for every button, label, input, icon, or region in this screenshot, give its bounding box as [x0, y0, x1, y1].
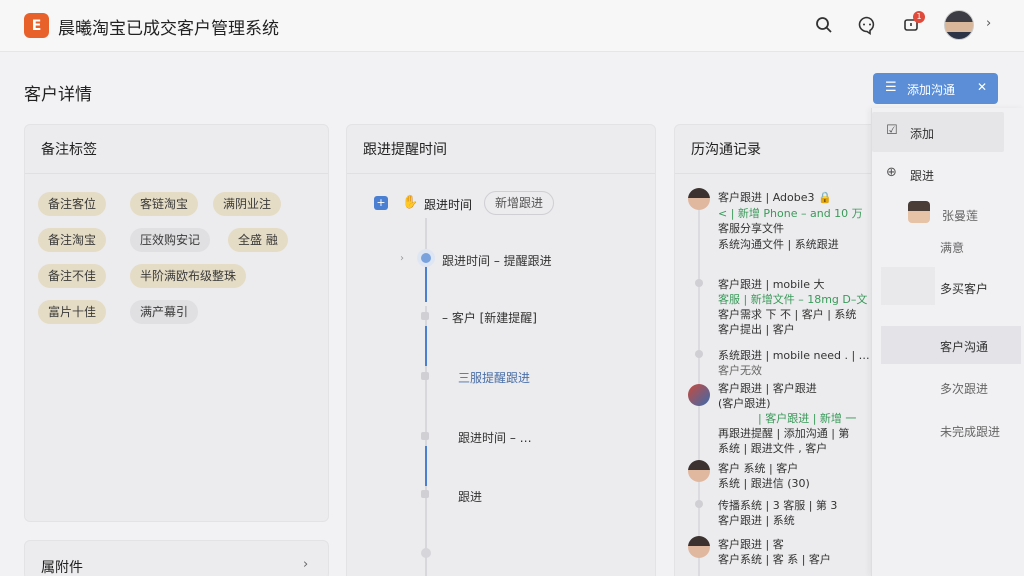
timeline-item[interactable]: 跟进: [458, 488, 482, 505]
menu-item-followup[interactable]: ⊕ 跟进: [872, 154, 1004, 194]
followup-label: 跟进时间: [424, 198, 473, 212]
app-logo: E: [24, 13, 49, 38]
history-avatar: [688, 188, 710, 210]
history-line: 再跟进提醒 | 添加沟通 | 第: [718, 427, 850, 440]
note-tag[interactable]: 客链淘宝: [130, 192, 199, 216]
history-avatar: [688, 536, 710, 558]
timeline-node: [421, 432, 429, 440]
menu-option[interactable]: 多次跟进: [940, 380, 988, 397]
attachments-card-title: 属附件: [41, 560, 83, 576]
history-line: 传播系统 | 3 客服 | 第 3: [718, 499, 838, 512]
history-line: 客户跟进 | 客户跟进: [718, 382, 817, 395]
history-line: 客户系统 | 客 系 | 客户: [718, 553, 831, 566]
history-dot: [695, 279, 703, 287]
add-communication-button[interactable]: ☰ 添加沟通 ✕: [873, 73, 998, 104]
history-line: 系统 | 跟进信 (30): [718, 477, 810, 490]
followup-card-title: 跟进提醒时间: [363, 142, 447, 158]
timeline-node: [421, 312, 429, 320]
menu-option[interactable]: 多买客户: [940, 280, 988, 297]
history-line: 客户提出 | 客户: [718, 323, 795, 336]
history-avatar: [688, 384, 710, 406]
timeline-line: [425, 446, 427, 486]
history-card-title: 历沟通记录: [691, 142, 761, 158]
app-title: 晨曦淘宝已成交客户管理系统: [58, 19, 279, 39]
notes-card-title: 备注标签: [41, 142, 97, 158]
contact-name[interactable]: 张曼莲: [942, 207, 978, 224]
timeline-line: [425, 262, 427, 302]
history-line: 客户跟进 | 系统: [718, 514, 795, 527]
menu-option[interactable]: 未完成跟进: [940, 423, 1000, 440]
history-line: 系统跟进 | mobile need . | …: [718, 349, 870, 362]
app-header: E 晨曦淘宝已成交客户管理系统 1 ›: [0, 0, 1024, 52]
user-avatar[interactable]: [944, 10, 974, 40]
notification-badge: 1: [913, 11, 925, 23]
note-tag[interactable]: 全盛 融: [228, 228, 288, 252]
note-tag[interactable]: 满阴业注: [213, 192, 282, 216]
timeline-node: [421, 372, 429, 380]
note-tag[interactable]: 满产幕引: [130, 300, 199, 324]
timeline-item[interactable]: 跟进时间 – …: [458, 429, 532, 446]
divider: [25, 173, 328, 174]
timeline-line: [425, 326, 427, 366]
menu-item-add[interactable]: ☑ 添加: [872, 112, 1004, 152]
history-line: 客服分享文件: [718, 222, 784, 235]
hand-icon: ✋: [402, 195, 419, 210]
divider: [347, 173, 655, 174]
history-line: (客户跟进): [718, 397, 771, 410]
chevron-right-icon: ›: [400, 253, 404, 264]
attachments-card[interactable]: 属附件 ›: [24, 540, 329, 576]
contact-avatar: [908, 201, 930, 223]
history-line: 系统 | 跟进文件 , 客户: [718, 442, 828, 455]
history-line: 客户无效: [718, 364, 762, 377]
history-line: 客服 | 新增文件 – 18mg D–文: [718, 293, 868, 306]
timeline-line: [425, 486, 427, 576]
timeline-node: [421, 490, 429, 498]
chevron-right-icon: ›: [303, 557, 309, 572]
timeline-dot: [421, 548, 431, 558]
menu-icon: ☰: [885, 80, 897, 95]
page-title: 客户详情: [24, 85, 92, 105]
clock-search-icon: ⊕: [886, 165, 897, 180]
history-line: 客户需求 下 不 | 客户 | 系统: [718, 308, 857, 321]
chat-icon[interactable]: [856, 14, 878, 36]
history-line: | 客户跟进 | 新增 一: [758, 412, 857, 425]
timeline-dot-active: [421, 253, 431, 263]
history-line: 客户跟进 | 客: [718, 538, 784, 551]
history-dot: [695, 350, 703, 358]
note-tag[interactable]: 压效购安记: [130, 228, 211, 252]
history-avatar: [688, 460, 710, 482]
menu-placeholder: [881, 267, 935, 305]
checkbox-icon[interactable]: +: [374, 196, 388, 210]
menu-option[interactable]: 客户沟通: [940, 338, 988, 355]
menu-item-label: 添加: [910, 127, 935, 141]
note-tag[interactable]: 备注客位: [38, 192, 107, 216]
history-line: 客户跟进 | Adobe3 🔒: [718, 191, 832, 204]
note-tag[interactable]: 富片十佳: [38, 300, 107, 324]
timeline-item[interactable]: – 客户 [新建提醒]: [442, 309, 537, 326]
add-communication-label: 添加沟通: [907, 83, 956, 97]
close-icon[interactable]: ✕: [977, 80, 987, 94]
timeline-item[interactable]: 跟进时间 – 提醒跟进: [442, 252, 552, 269]
history-line: < | 新增 Phone – and 10 万: [718, 207, 863, 220]
history-line: 系统沟通文件 | 系统跟进: [718, 238, 839, 251]
history-line: 客户 系统 | 客户: [718, 462, 799, 475]
contact-status[interactable]: 满意: [940, 239, 964, 256]
add-followup-button[interactable]: 新增跟进: [484, 191, 555, 215]
checkbox-icon: ☑: [886, 123, 898, 138]
history-line: 客户跟进 | mobile 大: [718, 278, 825, 291]
search-icon[interactable]: [813, 14, 835, 36]
note-tag[interactable]: 半阶满欧布级整珠: [130, 264, 247, 288]
note-tag[interactable]: 备注不佳: [38, 264, 107, 288]
menu-item-label: 跟进: [910, 169, 935, 183]
note-tag[interactable]: 备注淘宝: [38, 228, 107, 252]
chevron-down-icon[interactable]: ›: [986, 16, 991, 31]
timeline-item[interactable]: 三服提醒跟进: [458, 369, 530, 386]
timeline-line: [425, 218, 427, 258]
history-dot: [695, 500, 703, 508]
